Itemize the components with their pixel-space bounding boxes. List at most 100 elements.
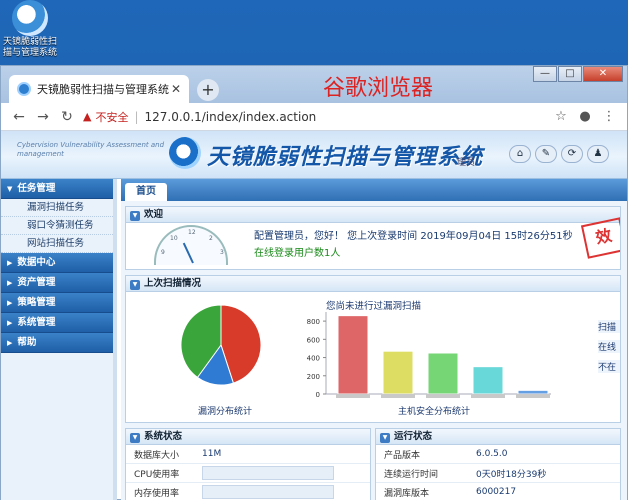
content-tabs: 首页 bbox=[121, 179, 627, 201]
sidebar-section-system[interactable]: ▶ 系统管理 bbox=[1, 313, 113, 333]
expand-arrow-icon: ▶ bbox=[7, 299, 13, 307]
sidebar-section-help[interactable]: ▶ 帮助 bbox=[1, 333, 113, 353]
bookmark-star-icon[interactable]: ☆ bbox=[549, 109, 573, 124]
status-value: 6000217 bbox=[476, 487, 517, 497]
collapse-arrow-icon: ▼ bbox=[380, 433, 390, 443]
last-scan-panel-title: 上次扫描情况 bbox=[144, 278, 202, 289]
expand-arrow-icon: ▶ bbox=[7, 319, 13, 327]
run-status-title: 运行状态 bbox=[394, 431, 433, 442]
browser-tab[interactable]: 天镜脆弱性扫描与管理系统 ✕ bbox=[9, 75, 189, 103]
back-icon[interactable]: ← bbox=[7, 109, 31, 125]
run-status-header[interactable]: ▼ 运行状态 bbox=[376, 429, 620, 445]
banner-title: 天镜脆弱性扫描与管理系统 bbox=[207, 145, 484, 170]
status-row: 连续运行时间 0天0时18分39秒 bbox=[376, 464, 620, 483]
y-tick-label: 200 bbox=[307, 373, 320, 381]
sidebar-item-weak-password[interactable]: 弱口令猜测任务 bbox=[1, 217, 113, 235]
y-tick-label: 600 bbox=[307, 336, 320, 344]
expand-arrow-icon: ▶ bbox=[7, 279, 13, 287]
status-key: 数据库大小 bbox=[134, 450, 180, 461]
side-link-online[interactable]: 在线 bbox=[598, 340, 620, 353]
status-key: 连续运行时间 bbox=[384, 469, 439, 480]
status-key: 产品版本 bbox=[384, 450, 421, 461]
browser-titlebar: 天镜脆弱性扫描与管理系统 ✕ + 谷歌浏览器 — □ ✕ bbox=[1, 66, 627, 103]
desktop-shortcut[interactable]: 天镜脆弱性扫描与管理系统 bbox=[2, 0, 58, 59]
bar bbox=[517, 389, 549, 395]
sidebar-item-web-scan[interactable]: 网站扫描任务 bbox=[1, 235, 113, 253]
sidebar-section-label: 系统管理 bbox=[17, 317, 56, 328]
status-row: 数据库大小 11M bbox=[126, 445, 370, 464]
warning-icon: ▲ bbox=[83, 110, 92, 123]
collapse-arrow-icon: ▼ bbox=[130, 211, 140, 221]
sidebar-section-assets[interactable]: ▶ 资产管理 bbox=[1, 273, 113, 293]
sidebar-section-label: 帮助 bbox=[17, 337, 37, 348]
url-separator: | bbox=[134, 109, 139, 124]
system-status-header[interactable]: ▼ 系统状态 bbox=[126, 429, 370, 445]
sidebar-section-data[interactable]: ▶ 数据中心 bbox=[1, 253, 113, 273]
system-status-title: 系统状态 bbox=[144, 431, 183, 442]
forward-icon[interactable]: → bbox=[31, 109, 55, 125]
banner-english-text: Cybervision Vulnerability Assessment and… bbox=[17, 141, 165, 158]
host-bar-chart: 800 600 400 200 0 bbox=[307, 312, 551, 399]
sidebar-section-label: 策略管理 bbox=[17, 297, 56, 308]
url-field[interactable]: ▲ 不安全 | 127.0.0.1/index/index.action bbox=[83, 109, 549, 125]
status-value: 0天0时18分39秒 bbox=[476, 469, 547, 480]
bar-base bbox=[381, 394, 415, 398]
browser-menu-icon[interactable]: ⋮ bbox=[597, 109, 621, 124]
refresh-icon[interactable]: ⟳ bbox=[561, 145, 583, 163]
collapse-arrow-icon: ▼ bbox=[7, 185, 13, 193]
system-status-panel: ▼ 系统状态 数据库大小 11M CPU使用率 内存使用率 bbox=[125, 428, 371, 500]
bar-base bbox=[426, 394, 460, 398]
tab-title: 天镜脆弱性扫描与管理系统 bbox=[37, 83, 169, 96]
bar-base bbox=[336, 394, 370, 398]
desktop-shortcut-label: 天镜脆弱性扫描与管理系统 bbox=[2, 37, 57, 58]
side-link-scan[interactable]: 扫描 bbox=[598, 320, 620, 333]
side-link-offline[interactable]: 不在 bbox=[598, 360, 620, 373]
bar bbox=[472, 366, 504, 395]
tab-home[interactable]: 首页 bbox=[125, 183, 167, 201]
app-logo-icon bbox=[12, 0, 48, 36]
user-icon[interactable]: ♟ bbox=[587, 145, 609, 163]
bar-chart-label: 主机安全分布统计 bbox=[398, 407, 471, 417]
sidebar-section-policy[interactable]: ▶ 策略管理 bbox=[1, 293, 113, 313]
stamp-graphic: 效 bbox=[580, 217, 620, 259]
status-row: CPU使用率 bbox=[126, 464, 370, 483]
sidebar-item-vuln-scan[interactable]: 漏洞扫描任务 bbox=[1, 199, 113, 217]
app-banner: Cybervision Vulnerability Assessment and… bbox=[1, 131, 627, 179]
status-value: 6.0.5.0 bbox=[476, 449, 508, 459]
favicon-icon bbox=[17, 82, 31, 96]
last-scan-panel-header[interactable]: ▼ 上次扫描情况 bbox=[126, 276, 620, 292]
welcome-panel-title: 欢迎 bbox=[144, 209, 164, 220]
tab-close-icon[interactable]: ✕ bbox=[171, 82, 181, 96]
profile-avatar-icon[interactable]: ● bbox=[573, 109, 597, 124]
memory-usage-bar bbox=[202, 485, 334, 499]
collapse-arrow-icon: ▼ bbox=[130, 433, 140, 443]
tool-icon[interactable]: ✎ bbox=[535, 145, 557, 163]
close-window-button[interactable]: ✕ bbox=[583, 66, 623, 82]
status-key: 漏洞库版本 bbox=[384, 488, 430, 499]
status-key: CPU使用率 bbox=[134, 469, 180, 480]
banner-toolbar: ⌂ ✎ ⟳ ♟ bbox=[509, 145, 609, 163]
address-bar: ← → ↻ ▲ 不安全 | 127.0.0.1/index/index.acti… bbox=[1, 103, 627, 131]
banner-admin-text: 理员！ bbox=[457, 158, 485, 168]
y-tick-label: 400 bbox=[307, 355, 320, 363]
maximize-button[interactable]: □ bbox=[558, 66, 582, 82]
status-row: 漏洞库版本 6000217 bbox=[376, 483, 620, 500]
banner-logo-icon bbox=[169, 137, 201, 169]
url-text: 127.0.0.1/index/index.action bbox=[144, 109, 317, 124]
browser-window: 天镜脆弱性扫描与管理系统 ✕ + 谷歌浏览器 — □ ✕ ← → ↻ ▲ 不安全… bbox=[0, 65, 628, 500]
minimize-button[interactable]: — bbox=[533, 66, 557, 82]
status-row: 内存使用率 bbox=[126, 483, 370, 500]
bar-base bbox=[516, 394, 550, 398]
welcome-panel-header[interactable]: ▼ 欢迎 bbox=[126, 207, 620, 223]
welcome-message: 配置管理员，您好！ 您上次登录时间 2019年09月04日 15时26分51秒 bbox=[254, 231, 573, 242]
home-icon[interactable]: ⌂ bbox=[509, 145, 531, 163]
y-tick-label: 0 bbox=[316, 391, 320, 399]
sidebar-section-label: 资产管理 bbox=[17, 277, 56, 288]
new-tab-button[interactable]: + bbox=[197, 79, 219, 101]
online-users-text: 在线登录用户数1人 bbox=[254, 248, 341, 259]
window-controls: — □ ✕ bbox=[533, 66, 623, 82]
expand-arrow-icon: ▶ bbox=[7, 259, 13, 267]
sidebar-section-task[interactable]: ▼ 任务管理 bbox=[1, 179, 113, 199]
reload-icon[interactable]: ↻ bbox=[55, 109, 79, 125]
last-scan-panel: ▼ 上次扫描情况 漏洞分布统计 您尚未进行过漏洞扫描 800 600 400 200 0 … bbox=[125, 275, 621, 423]
